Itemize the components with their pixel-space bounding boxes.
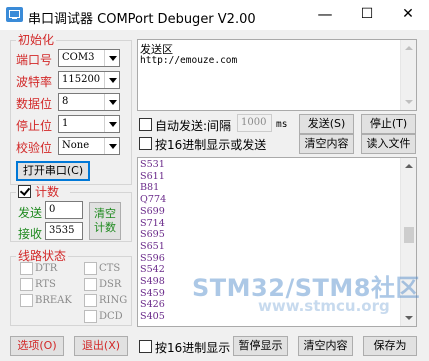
clear-send-button[interactable]: 清空内容 xyxy=(299,134,354,154)
hex-send-checkbox[interactable] xyxy=(139,137,152,150)
receive-lines: S531 S611 B81 Q774 S699 S714 S695 S651 S… xyxy=(140,159,166,323)
scroll-thumb[interactable] xyxy=(404,227,414,243)
databits-value: 8 xyxy=(62,96,69,107)
read-file-button[interactable]: 读入文件 xyxy=(361,134,416,154)
clear-count-line1: 清空 xyxy=(94,207,116,220)
send-textarea[interactable]: 发送区 http://emouze.com xyxy=(137,39,417,111)
scroll-up-icon[interactable] xyxy=(401,40,416,56)
send-count-label: 发送 xyxy=(18,206,43,220)
break-checkbox xyxy=(20,294,33,307)
pause-display-button[interactable]: 暂停显示 xyxy=(233,336,288,356)
parity-select[interactable]: None xyxy=(58,137,120,155)
auto-send-label: 自动发送:间隔 xyxy=(155,119,232,133)
ring-checkbox xyxy=(84,294,97,307)
send-scrollbar[interactable] xyxy=(400,40,416,110)
baud-value: 115200 xyxy=(62,74,101,85)
dcd-label: DCD xyxy=(99,311,123,322)
receive-line: S542 xyxy=(140,264,165,276)
exit-button[interactable]: 退出(X) xyxy=(74,336,128,356)
receive-line: S611 xyxy=(140,170,165,182)
dtr-checkbox xyxy=(20,262,33,275)
open-port-button[interactable]: 打开串口(C) xyxy=(16,161,90,181)
baud-select[interactable]: 115200 xyxy=(58,71,120,89)
port-select[interactable]: COM3 xyxy=(58,49,120,67)
chevron-down-icon[interactable] xyxy=(104,138,119,154)
receive-line: S596 xyxy=(140,252,165,264)
hex-send-label: 按16进制显示或发送 xyxy=(155,138,267,152)
count-group-header: 计数 xyxy=(16,185,70,199)
send-area-content: http://emouze.com xyxy=(140,55,238,66)
app-icon xyxy=(6,7,23,22)
send-count-field: 0 xyxy=(45,201,83,219)
receive-line: S459 xyxy=(140,287,165,299)
receive-line: S695 xyxy=(140,229,165,241)
cts-checkbox xyxy=(84,262,97,275)
scroll-down-icon[interactable] xyxy=(401,94,416,110)
maximize-button[interactable]: ☐ xyxy=(352,0,382,30)
receive-line: S498 xyxy=(140,276,165,288)
receive-line: S714 xyxy=(140,217,165,229)
dtr-label: DTR xyxy=(35,263,58,274)
clear-count-line2: 计数 xyxy=(94,221,116,234)
receive-line: S531 xyxy=(140,159,165,170)
save-as-button[interactable]: 保存为 xyxy=(363,336,417,356)
hex-display-label: 按16进制显示 xyxy=(155,341,231,355)
chevron-down-icon[interactable] xyxy=(104,94,119,110)
init-group-title: 初始化 xyxy=(16,33,57,47)
databits-select[interactable]: 8 xyxy=(58,93,120,111)
baud-label: 波特率 xyxy=(16,75,53,89)
interval-unit: ms xyxy=(276,119,288,130)
dsr-label: DSR xyxy=(99,279,122,290)
send-button[interactable]: 发送(S) xyxy=(299,114,354,134)
cts-label: CTS xyxy=(99,263,121,274)
receive-line: B81 xyxy=(140,182,160,194)
parity-value: None xyxy=(62,140,90,151)
chevron-down-icon[interactable] xyxy=(104,116,119,132)
port-value: COM3 xyxy=(62,52,95,63)
close-button[interactable]: ✕ xyxy=(393,0,423,30)
clear-count-button[interactable]: 清空 计数 xyxy=(89,202,121,240)
ring-label: RING xyxy=(99,295,128,306)
dsr-checkbox xyxy=(84,278,97,291)
stop-button[interactable]: 停止(T) xyxy=(361,114,416,134)
rts-checkbox xyxy=(20,278,33,291)
options-button[interactable]: 选项(O) xyxy=(10,336,64,356)
rts-label: RTS xyxy=(35,279,56,290)
line-status-title: 线路状态 xyxy=(16,249,69,263)
recv-count-field: 3535 xyxy=(45,222,83,240)
stopbits-select[interactable]: 1 xyxy=(58,115,120,133)
title-bar[interactable]: 串口调试器 COMPort Debuger V2.00 — ☐ ✕ xyxy=(0,0,429,30)
minimize-button[interactable]: — xyxy=(310,0,340,30)
receive-line: S426 xyxy=(140,299,165,311)
stopbits-label: 停止位 xyxy=(16,119,53,133)
stopbits-value: 1 xyxy=(62,118,69,129)
receive-line: Q774 xyxy=(140,194,167,206)
clear-receive-button[interactable]: 清空内容 xyxy=(298,336,353,356)
receive-line: S651 xyxy=(140,240,165,252)
count-group-title: 计数 xyxy=(35,185,60,199)
chevron-down-icon[interactable] xyxy=(104,50,119,66)
watermark-url: www.stmcu.org xyxy=(258,297,390,315)
chevron-down-icon[interactable] xyxy=(104,72,119,88)
scroll-up-icon[interactable] xyxy=(401,158,416,174)
interval-field[interactable]: 1000 xyxy=(237,114,272,132)
hex-display-checkbox[interactable] xyxy=(139,340,152,353)
dcd-checkbox xyxy=(84,310,97,323)
auto-send-checkbox[interactable] xyxy=(139,118,152,131)
count-checkbox[interactable] xyxy=(18,185,31,198)
scroll-down-icon[interactable] xyxy=(401,310,416,326)
break-label: BREAK xyxy=(35,295,72,306)
receive-line: S699 xyxy=(140,205,165,217)
port-label: 端口号 xyxy=(16,53,53,67)
parity-label: 校验位 xyxy=(16,141,53,155)
receive-line: S405 xyxy=(140,311,165,323)
window-title: 串口调试器 COMPort Debuger V2.00 xyxy=(28,12,256,27)
databits-label: 数据位 xyxy=(16,97,53,111)
recv-count-label: 接收 xyxy=(18,227,43,241)
